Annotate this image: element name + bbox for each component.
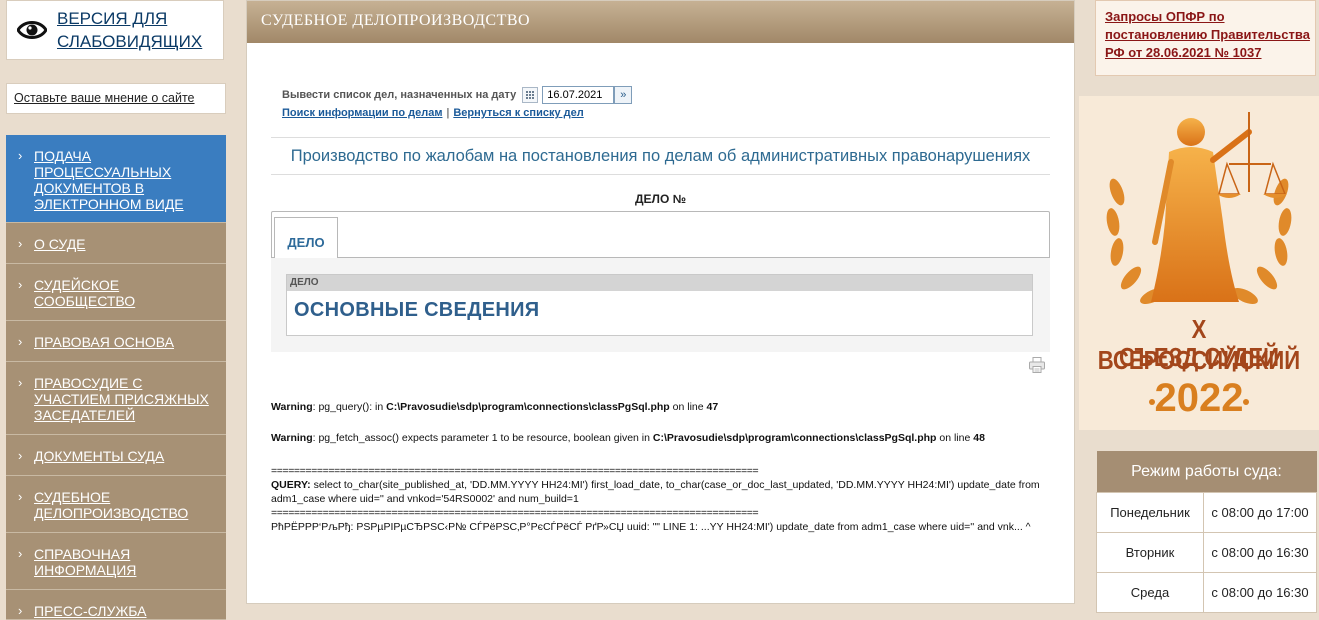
- sidebar-item-judicial-community[interactable]: › СУДЕЙСКОЕ СООБЩЕСТВО: [6, 264, 226, 321]
- sidebar-item-label: О СУДЕ: [34, 236, 86, 252]
- warning-path: C:\Pravosudie\sdp\program\connections\cl…: [386, 401, 670, 413]
- case-number-heading: ДЕЛО №: [634, 192, 687, 206]
- sidebar-item-reference-info[interactable]: › СПРАВОЧНАЯ ИНФОРМАЦИЯ: [6, 533, 226, 590]
- chevron-right-icon: ›: [18, 489, 23, 504]
- date-input[interactable]: [542, 86, 615, 104]
- sidebar-item-label: ПРАВОВАЯ ОСНОВА: [34, 334, 174, 350]
- sidebar-item-label: СПРАВОЧНАЯ ИНФОРМАЦИЯ: [34, 546, 137, 578]
- chevron-right-icon: ›: [18, 148, 23, 163]
- feedback-link[interactable]: Оставьте ваше мнение о сайте: [14, 91, 195, 105]
- warning-label: Warning: [271, 432, 313, 444]
- db-error-text: РћРЁРРР‘РљРђ: РЅРµРІРµСЂРЅС‹Р№ СЃРёРЅС‚Р…: [271, 521, 1031, 533]
- table-row: Вторник с 08:00 до 16:30: [1096, 532, 1317, 573]
- sidebar-item-label: ДОКУМЕНТЫ СУДА: [34, 448, 165, 464]
- chevron-right-icon: ›: [18, 236, 23, 251]
- proceeding-title: Производство по жалобам на постановления…: [271, 137, 1050, 175]
- sidebar-item-label: СУДЕБНОЕ ДЕЛОПРОИЗВОДСТВО: [34, 489, 189, 521]
- warning-line-number: 47: [706, 401, 719, 413]
- pfr-notice: Запросы ОПФР по постановлению Правительс…: [1095, 0, 1316, 76]
- eye-icon: [17, 21, 47, 39]
- hours-time: с 08:00 до 16:30: [1203, 572, 1317, 613]
- date-filter-row: Вывести список дел, назначенных на дату …: [282, 86, 633, 104]
- sidebar-item-label: ПРАВОСУДИЕ С УЧАСТИЕМ ПРИСЯЖНЫХ ЗАСЕДАТЕ…: [34, 375, 209, 423]
- calendar-icon[interactable]: [522, 87, 539, 103]
- sidebar-item-about-court[interactable]: › О СУДЕ: [6, 223, 226, 264]
- back-to-list-link[interactable]: Вернуться к списку дел: [453, 107, 583, 119]
- warning-line-text: on line: [936, 432, 974, 444]
- accessibility-version-box[interactable]: ВЕРСИЯ ДЛЯ СЛАБОВИДЯЩИХ: [6, 0, 224, 60]
- case-tabs: ДЕЛО ДЕЛО ОСНОВНЫЕ СВЕДЕНИЯ: [271, 211, 1050, 352]
- chevron-right-icon: ›: [18, 277, 23, 292]
- hours-day: Понедельник: [1096, 492, 1204, 533]
- themis-statue-icon: [1106, 112, 1292, 305]
- tab-panel: ДЕЛО ОСНОВНЫЕ СВЕДЕНИЯ: [271, 257, 1050, 352]
- link-separator: |: [446, 107, 450, 119]
- sidebar-item-label: ПРЕСС-СЛУЖБА: [34, 603, 147, 619]
- warning-path: C:\Pravosudie\sdp\program\connections\cl…: [652, 432, 937, 444]
- main-content: СУДЕБНОЕ ДЕЛОПРОИЗВОДСТВО Вывести список…: [246, 0, 1075, 604]
- table-row: Среда с 08:00 до 16:30: [1096, 572, 1317, 613]
- sidebar-item-label: ПОДАЧА ПРОЦЕССУАЛЬНЫХ ДОКУМЕНТОВ В ЭЛЕКТ…: [34, 148, 184, 212]
- hours-time: с 08:00 до 16:30: [1203, 532, 1317, 573]
- warning-message: : pg_fetch_assoc() expects parameter 1 t…: [312, 432, 653, 444]
- debug-block: ========================================…: [271, 464, 1051, 534]
- chevron-right-icon: ›: [18, 603, 23, 618]
- section-label: ДЕЛО: [287, 275, 1032, 291]
- warning-line-2: Warning: pg_fetch_assoc() expects parame…: [271, 432, 985, 445]
- sidebar-item-label: СУДЕЙСКОЕ СООБЩЕСТВО: [34, 277, 136, 309]
- court-hours-table: Режим работы суда: Понедельник с 08:00 д…: [1096, 451, 1317, 613]
- sidebar-item-court-proceedings[interactable]: › СУДЕБНОЕ ДЕЛОПРОИЗВОДСТВО: [6, 476, 226, 533]
- warning-label: Warning: [271, 401, 313, 413]
- hours-day: Среда: [1096, 572, 1204, 613]
- sidebar-item-court-documents[interactable]: › ДОКУМЕНТЫ СУДА: [6, 435, 226, 476]
- warning-line-1: Warning: pg_query(): in C:\Pravosudie\sd…: [271, 401, 718, 414]
- feedback-box: Оставьте ваше мнение о сайте: [6, 83, 226, 114]
- chevron-right-icon: ›: [18, 375, 23, 390]
- query-body: select to_char(site_published_at, 'DD.MM…: [271, 479, 1040, 505]
- hours-time: с 08:00 до 17:00: [1203, 492, 1317, 533]
- section-title: ОСНОВНЫЕ СВЕДЕНИЯ: [294, 299, 540, 321]
- warning-message: : pg_query(): in: [312, 401, 387, 413]
- page-title: СУДЕБНОЕ ДЕЛОПРОИЗВОДСТВО: [247, 1, 1074, 43]
- sidebar-item-press-service[interactable]: › ПРЕСС-СЛУЖБА: [6, 590, 226, 620]
- sidebar-item-electronic-filing[interactable]: › ПОДАЧА ПРОЦЕССУАЛЬНЫХ ДОКУМЕНТОВ В ЭЛЕ…: [6, 135, 226, 223]
- warning-line-text: on line: [669, 401, 707, 413]
- sidebar-nav: › ПОДАЧА ПРОЦЕССУАЛЬНЫХ ДОКУМЕНТОВ В ЭЛЕ…: [6, 135, 226, 620]
- main-info-section: ДЕЛО ОСНОВНЫЕ СВЕДЕНИЯ: [286, 274, 1033, 336]
- case-search-link[interactable]: Поиск информации по делам: [282, 107, 442, 119]
- congress-title-line2: СЪЕЗД СУДЕЙ: [1118, 342, 1280, 372]
- print-icon[interactable]: [1028, 356, 1046, 374]
- separator-rule: ========================================…: [271, 507, 759, 519]
- accessibility-version-link[interactable]: ВЕРСИЯ ДЛЯ СЛАБОВИДЯЩИХ: [57, 7, 223, 53]
- date-filter-label: Вывести список дел, назначенных на дату: [282, 89, 517, 101]
- tab-case[interactable]: ДЕЛО: [274, 217, 338, 258]
- show-date-button[interactable]: »: [614, 86, 633, 104]
- sidebar-item-jury-trial[interactable]: › ПРАВОСУДИЕ С УЧАСТИЕМ ПРИСЯЖНЫХ ЗАСЕДА…: [6, 362, 226, 435]
- chevron-right-icon: ›: [18, 448, 23, 463]
- query-text: QUERY: select to_char(site_published_at,…: [271, 478, 1051, 506]
- sidebar-item-legal-basis[interactable]: › ПРАВОВАЯ ОСНОВА: [6, 321, 226, 362]
- table-row: Понедельник с 08:00 до 17:00: [1096, 492, 1317, 533]
- congress-year: 2022: [1154, 376, 1244, 420]
- decor-dot: [1243, 399, 1249, 405]
- warning-line-number: 48: [973, 432, 985, 444]
- query-label: QUERY:: [271, 479, 311, 491]
- congress-banner[interactable]: X ВСЕРОССИЙСКИЙ СЪЕЗД СУДЕЙ 2022: [1079, 96, 1319, 430]
- chevron-right-icon: ›: [18, 546, 23, 561]
- hours-title: Режим работы суда:: [1096, 451, 1317, 493]
- case-links: Поиск информации по делам | Вернуться к сп…: [282, 107, 584, 119]
- separator-rule: ========================================…: [271, 465, 759, 477]
- pfr-notice-link[interactable]: Запросы ОПФР по постановлению Правительс…: [1105, 9, 1310, 60]
- chevron-right-icon: ›: [18, 334, 23, 349]
- hours-day: Вторник: [1096, 532, 1204, 573]
